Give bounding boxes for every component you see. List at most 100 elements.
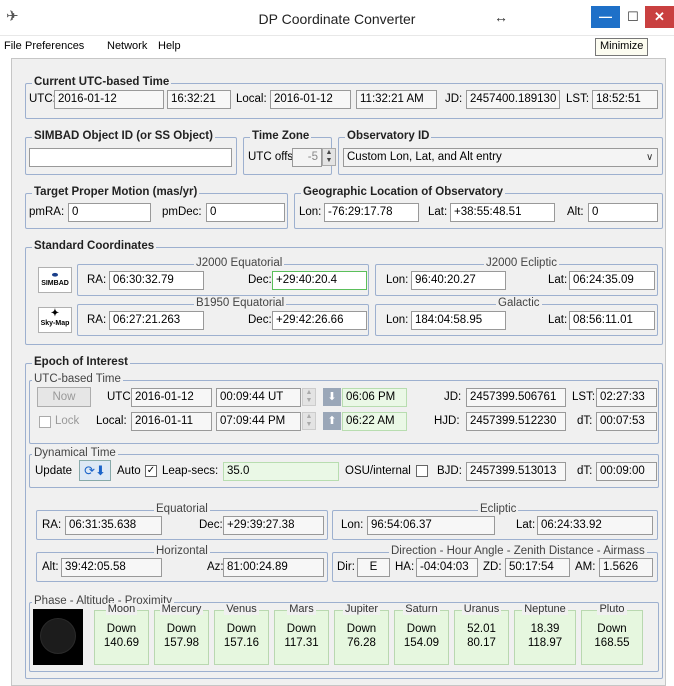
sunrise-time[interactable]: 06:22 AM <box>342 412 407 431</box>
utc-date-field[interactable]: 2016-01-12 <box>54 90 164 109</box>
dynamical-title: Dynamical Time <box>32 447 118 459</box>
j2000-equatorial-group: J2000 Equatorial RA: 06:30:32.79 Dec: +2… <box>77 257 369 296</box>
j2000-ecl-lat-input[interactable]: 06:24:35.09 <box>569 271 655 290</box>
hor-alt-field[interactable]: 39:42:05.58 <box>61 558 162 577</box>
j2000-ra-input[interactable]: 06:30:32.79 <box>109 271 204 290</box>
close-button[interactable]: ✕ <box>645 6 674 28</box>
proper-motion-title: Target Proper Motion (mas/yr) <box>32 186 200 198</box>
j2000-ecl-lon-input[interactable]: 96:40:20.27 <box>411 271 506 290</box>
menu-bar: File Preferences Network Help <box>0 40 674 56</box>
epoch-utc-date[interactable]: 2016-01-12 <box>131 388 212 407</box>
geo-lon-label: Lon: <box>299 206 322 218</box>
simbad-logo[interactable]: ⬬ SIMBAD <box>38 267 72 293</box>
main-panel: Current UTC-based Time UTC: 2016-01-12 1… <box>11 58 666 686</box>
epoch-utc-time[interactable]: 00:09:44 UT <box>216 388 301 407</box>
utc-offset-field[interactable]: -5 <box>292 148 322 167</box>
dyn-dt-field[interactable]: 00:09:00 <box>596 462 657 481</box>
current-time-group: Current UTC-based Time UTC: 2016-01-12 1… <box>25 76 663 119</box>
am-field[interactable]: 1.5626 <box>599 558 653 577</box>
simbad-title: SIMBAD Object ID (or SS Object) <box>32 130 215 142</box>
epoch-ecl-lon-field[interactable]: 96:54:06.37 <box>367 516 495 535</box>
minimize-button[interactable]: — <box>591 6 620 28</box>
update-refresh-icon[interactable]: ⟳⬇ <box>79 460 111 481</box>
j2000-ecl-lon-label: Lon: <box>386 274 409 286</box>
simbad-group: SIMBAD Object ID (or SS Object) <box>25 130 237 175</box>
b1950-ra-input[interactable]: 06:27:21.263 <box>109 311 204 330</box>
j2000-ecl-lat-label: Lat: <box>548 274 568 286</box>
galactic-title: Galactic <box>496 297 542 309</box>
leap-secs-label: Leap-secs: <box>162 465 219 477</box>
geo-location-group: Geographic Location of Observatory Lon: … <box>294 186 663 229</box>
phase-group: Phase - Altitude - Proximity Moon Down 14… <box>29 595 659 672</box>
sunrise-arrow-icon[interactable]: ⬆ <box>323 412 341 430</box>
local-time-field[interactable]: 11:32:21 AM <box>356 90 437 109</box>
sunset-arrow-icon[interactable]: ⬇ <box>323 388 341 406</box>
direction-title: Direction - Hour Angle - Zenith Distance… <box>389 545 647 557</box>
epoch-utc-spinner[interactable]: ▲ ▼ <box>302 388 316 406</box>
epoch-lst-field[interactable]: 02:27:33 <box>596 388 657 407</box>
epoch-dt-label: dT: <box>577 415 593 427</box>
b1950-ra-label: RA: <box>87 314 107 326</box>
epoch-ra-field[interactable]: 06:31:35.638 <box>65 516 162 535</box>
pmdec-input[interactable]: 0 <box>206 203 285 222</box>
b1950-dec-input[interactable]: +29:42:26.66 <box>272 311 367 330</box>
sunset-time[interactable]: 06:06 PM <box>342 388 407 407</box>
epoch-local-time[interactable]: 07:09:44 PM <box>216 412 301 431</box>
gal-lon-input[interactable]: 184:04:58.95 <box>411 311 506 330</box>
planet-neptune: Neptune 18.39 118.97 <box>514 603 576 665</box>
bjd-field[interactable]: 2457399.513013 <box>466 462 566 481</box>
menu-help[interactable]: Help <box>158 40 181 52</box>
menu-preferences[interactable]: Preferences <box>25 40 84 52</box>
ha-field[interactable]: -04:04:03 <box>416 558 478 577</box>
epoch-dec-field[interactable]: +29:39:27.38 <box>223 516 324 535</box>
menu-file[interactable]: File <box>4 40 22 52</box>
utc-offset-spinner[interactable]: ▲ ▼ <box>322 148 336 166</box>
j2000-dec-input[interactable]: +29:40:20.4 <box>272 271 367 290</box>
epoch-ra-label: RA: <box>42 519 62 531</box>
epoch-local-date[interactable]: 2016-01-11 <box>131 412 212 431</box>
simbad-input[interactable] <box>29 148 232 167</box>
standard-coords-title: Standard Coordinates <box>32 240 157 252</box>
epoch-jd-label: JD: <box>444 391 462 403</box>
epoch-dt-field[interactable]: 00:07:53 <box>596 412 657 431</box>
skymap-logo[interactable]: ✦ Sky-Map <box>38 307 72 333</box>
gal-lat-input[interactable]: 08:56:11.01 <box>569 311 655 330</box>
maximize-button[interactable]: ☐ <box>621 6 645 28</box>
epoch-local-spinner[interactable]: ▲ ▼ <box>302 412 316 430</box>
dir-field[interactable]: E <box>357 558 390 577</box>
horizontal-title: Horizontal <box>154 545 210 557</box>
epoch-ecl-lat-field[interactable]: 06:24:33.92 <box>537 516 653 535</box>
j2000-ecliptic-group: J2000 Ecliptic Lon: 96:40:20.27 Lat: 06:… <box>375 257 658 296</box>
resize-arrows-icon[interactable]: ↔ <box>494 9 508 25</box>
now-button[interactable]: Now <box>37 387 91 407</box>
epoch-ecliptic-group: Ecliptic Lon: 96:54:06.37 Lat: 06:24:33.… <box>332 503 658 540</box>
epoch-utc-title: UTC-based Time <box>32 373 123 385</box>
observatory-select[interactable]: Custom Lon, Lat, and Alt entry <box>343 148 658 167</box>
geo-alt-input[interactable]: 0 <box>588 203 658 222</box>
chevron-down-icon[interactable]: ∨ <box>646 152 653 163</box>
local-date-field[interactable]: 2016-01-12 <box>270 90 351 109</box>
pmra-input[interactable]: 0 <box>68 203 151 222</box>
leap-secs-input[interactable]: 35.0 <box>223 462 339 481</box>
epoch-ecl-lat-label: Lat: <box>516 519 536 531</box>
epoch-title: Epoch of Interest <box>32 356 130 368</box>
epoch-equatorial-title: Equatorial <box>154 503 210 515</box>
auto-checkbox[interactable]: ✓ <box>145 465 157 477</box>
lst-field[interactable]: 18:52:51 <box>592 90 658 109</box>
lock-checkbox[interactable] <box>39 416 51 428</box>
j2000-equatorial-title: J2000 Equatorial <box>194 257 285 269</box>
minimize-tooltip: Minimize <box>595 38 649 56</box>
menu-network[interactable]: Network <box>107 40 147 52</box>
planet-venus: Venus Down 157.16 <box>214 603 269 665</box>
zd-field[interactable]: 50:17:54 <box>505 558 570 577</box>
geo-lon-input[interactable]: -76:29:17.78 <box>324 203 419 222</box>
hor-az-field[interactable]: 81:00:24.89 <box>223 558 324 577</box>
epoch-jd-field[interactable]: 2457399.506761 <box>466 388 566 407</box>
utc-time-field[interactable]: 16:32:21 <box>167 90 231 109</box>
pmdec-label: pmDec: <box>162 206 202 218</box>
jd-field[interactable]: 2457400.189130 <box>466 90 560 109</box>
epoch-hjd-field[interactable]: 2457399.512230 <box>466 412 566 431</box>
osu-internal-checkbox[interactable] <box>416 465 428 477</box>
geo-lat-input[interactable]: +38:55:48.51 <box>450 203 555 222</box>
timezone-group: Time Zone UTC offset -5 ▲ ▼ <box>243 130 336 175</box>
